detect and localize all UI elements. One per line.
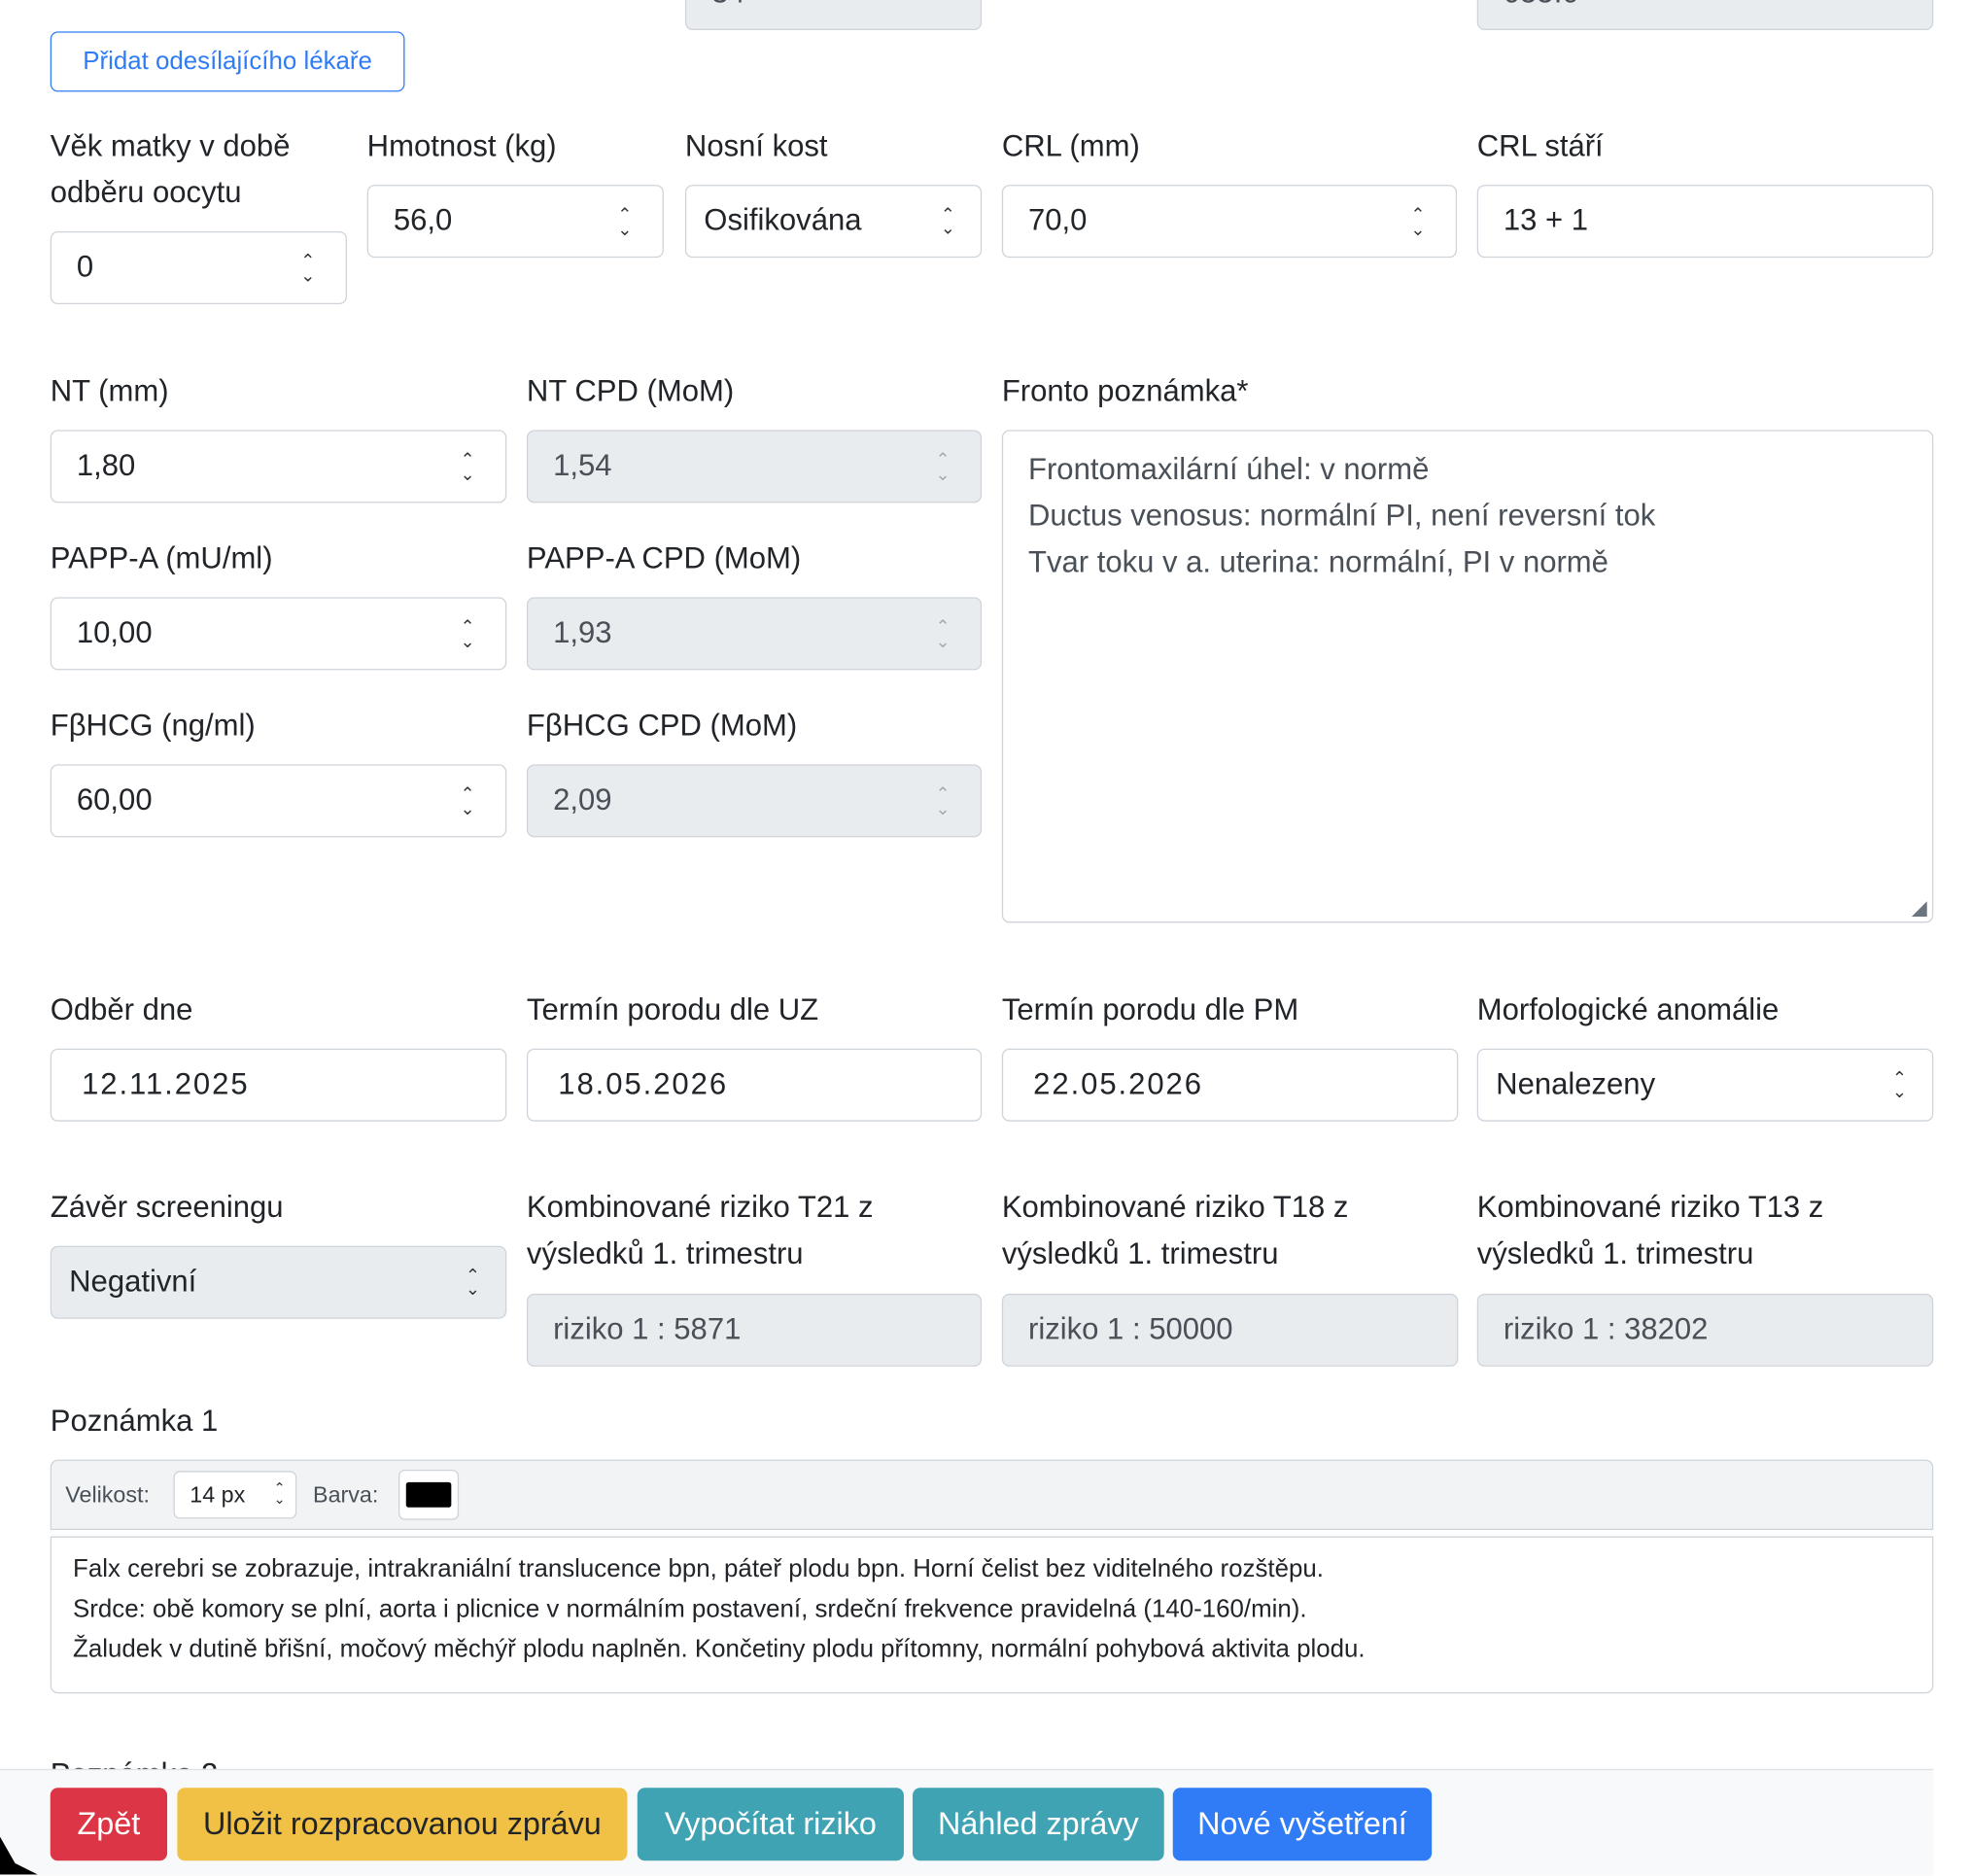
weight-label: Hmotnost (kg) xyxy=(366,129,557,164)
nt-cpd-input: 1,54 ⌃ ⌄ xyxy=(526,430,983,504)
select-arrows-icon: ⌃ ⌄ xyxy=(273,1480,286,1508)
select-arrows-icon: ⌃ ⌄ xyxy=(1891,1067,1908,1102)
stepper-icon[interactable]: ⌃ ⌄ xyxy=(1405,205,1431,238)
due-date-pm-input[interactable]: 22.05.2026 xyxy=(1001,1048,1459,1122)
stepper-icon[interactable]: ⌃ ⌄ xyxy=(295,252,321,285)
text-line: Ductus venosus: normální PI, není revers… xyxy=(1028,499,1656,534)
text-line: Žaludek v dutině břišní, močový měchýř p… xyxy=(73,1635,1366,1664)
form-page: 34 055.0 Přidat odesílajícího lékaře Věk… xyxy=(0,0,1971,1876)
fbhcg-label: FβHCG (ng/ml) xyxy=(50,709,256,744)
crl-input[interactable]: 70,0 ⌃ ⌄ xyxy=(1001,185,1458,259)
screening-conclusion-select[interactable]: Negativní ⌃ ⌄ xyxy=(50,1245,507,1319)
nasal-bone-label: Nosní kost xyxy=(684,129,828,164)
fronto-note-textarea[interactable]: Frontomaxilární úhel: v normě Ductus ven… xyxy=(1001,430,1934,923)
maternal-age-label: Věk matky v době odběru oocytu xyxy=(50,129,291,210)
crl-label: CRL (mm) xyxy=(1001,129,1140,164)
risk-t18-label: Kombinované riziko T18 z výsledků 1. tri… xyxy=(1001,1190,1349,1271)
text-line: Frontomaxilární úhel: v normě xyxy=(1028,452,1430,487)
risk-t13-label: Kombinované riziko T13 z výsledků 1. tri… xyxy=(1476,1190,1824,1271)
fronto-note-label: Fronto poznámka* xyxy=(1001,374,1249,409)
note1-label: Poznámka 1 xyxy=(50,1404,219,1439)
text-line: Falx cerebri se zobrazuje, intrakraniáln… xyxy=(73,1554,1324,1583)
resize-handle-icon[interactable]: ◢ xyxy=(1912,898,1927,920)
nt-input[interactable]: 1,80 ⌃ ⌄ xyxy=(50,430,507,504)
color-picker[interactable] xyxy=(398,1469,460,1520)
save-draft-button[interactable]: Uložit rozpracovanou zprávu xyxy=(177,1788,628,1861)
due-date-pm-label: Termín porodu dle PM xyxy=(1001,992,1299,1027)
stepper-icon[interactable]: ⌃ ⌄ xyxy=(455,784,480,817)
editor-toolbar: Velikost: 14 px ⌃ ⌄ Barva: xyxy=(50,1459,1934,1531)
pappa-label: PAPP-A (mU/ml) xyxy=(50,541,273,576)
text-line: Tvar toku v a. uterina: normální, PI v n… xyxy=(1028,545,1608,580)
stepper-icon: ⌃ ⌄ xyxy=(935,782,951,819)
risk-t13-input: riziko 1 : 38202 xyxy=(1476,1293,1934,1367)
color-swatch xyxy=(405,1481,452,1508)
stepper-icon[interactable]: ⌃ ⌄ xyxy=(455,450,480,483)
font-size-select[interactable]: 14 px ⌃ ⌄ xyxy=(173,1471,297,1519)
action-bar: Zpět Uložit rozpracovanou zprávu Vypočít… xyxy=(0,1768,1934,1876)
nasal-bone-select[interactable]: Osifikována ⌃ ⌄ xyxy=(684,185,983,259)
risk-t21-input: riziko 1 : 5871 xyxy=(526,1293,983,1367)
new-exam-button[interactable]: Nové vyšetření xyxy=(1172,1788,1433,1861)
risk-t18-input: riziko 1 : 50000 xyxy=(1001,1293,1459,1367)
risk-t21-label: Kombinované riziko T21 z výsledků 1. tri… xyxy=(526,1190,874,1271)
partial-field-left[interactable]: 34 xyxy=(684,0,983,31)
weight-input[interactable]: 56,0 ⌃ ⌄ xyxy=(366,185,664,259)
back-button[interactable]: Zpět xyxy=(50,1788,168,1861)
preview-report-button[interactable]: Náhled zprávy xyxy=(913,1788,1164,1861)
fbhcg-cpd-label: FβHCG CPD (MoM) xyxy=(526,709,798,744)
add-referring-doctor-button[interactable]: Přidat odesílajícího lékaře xyxy=(50,31,405,92)
color-label: Barva: xyxy=(313,1481,379,1508)
text-line: Srdce: obě komory se plní, aorta i plicn… xyxy=(73,1595,1307,1623)
pappa-cpd-label: PAPP-A CPD (MoM) xyxy=(526,541,802,576)
collection-date-input[interactable]: 12.11.2025 xyxy=(50,1048,507,1122)
stepper-icon[interactable]: ⌃ ⌄ xyxy=(612,205,638,238)
nt-cpd-label: NT CPD (MoM) xyxy=(526,374,735,409)
pappa-cpd-input: 1,93 ⌃ ⌄ xyxy=(526,597,983,671)
font-size-label: Velikost: xyxy=(65,1481,150,1508)
crl-age-label: CRL stáří xyxy=(1476,129,1604,164)
nt-label: NT (mm) xyxy=(50,374,169,409)
pappa-input[interactable]: 10,00 ⌃ ⌄ xyxy=(50,597,507,671)
due-date-uz-label: Termín porodu dle UZ xyxy=(526,992,819,1027)
stepper-icon: ⌃ ⌄ xyxy=(935,615,951,651)
maternal-age-input[interactable]: 0 ⌃ ⌄ xyxy=(50,230,347,305)
fbhcg-input[interactable]: 60,00 ⌃ ⌄ xyxy=(50,764,507,838)
collection-date-label: Odběr dne xyxy=(50,992,193,1027)
stepper-icon: ⌃ ⌄ xyxy=(935,448,951,484)
crl-age-input[interactable]: 13 + 1 xyxy=(1476,185,1934,259)
stepper-icon[interactable]: ⌃ ⌄ xyxy=(455,617,480,650)
partial-field-right[interactable]: 055.0 xyxy=(1476,0,1934,31)
due-date-uz-input[interactable]: 18.05.2026 xyxy=(526,1048,983,1122)
note1-editor[interactable]: Falx cerebri se zobrazuje, intrakraniáln… xyxy=(50,1536,1934,1694)
calculate-risk-button[interactable]: Vypočítat riziko xyxy=(637,1788,904,1861)
screening-conclusion-label: Závěr screeningu xyxy=(50,1190,284,1225)
select-arrows-icon: ⌃ ⌄ xyxy=(465,1265,481,1300)
anomalies-label: Morfologické anomálie xyxy=(1476,992,1780,1027)
select-arrows-icon: ⌃ ⌄ xyxy=(940,203,955,238)
fbhcg-cpd-input: 2,09 ⌃ ⌄ xyxy=(526,764,983,838)
anomalies-select[interactable]: Nenalezeny ⌃ ⌄ xyxy=(1476,1048,1934,1122)
